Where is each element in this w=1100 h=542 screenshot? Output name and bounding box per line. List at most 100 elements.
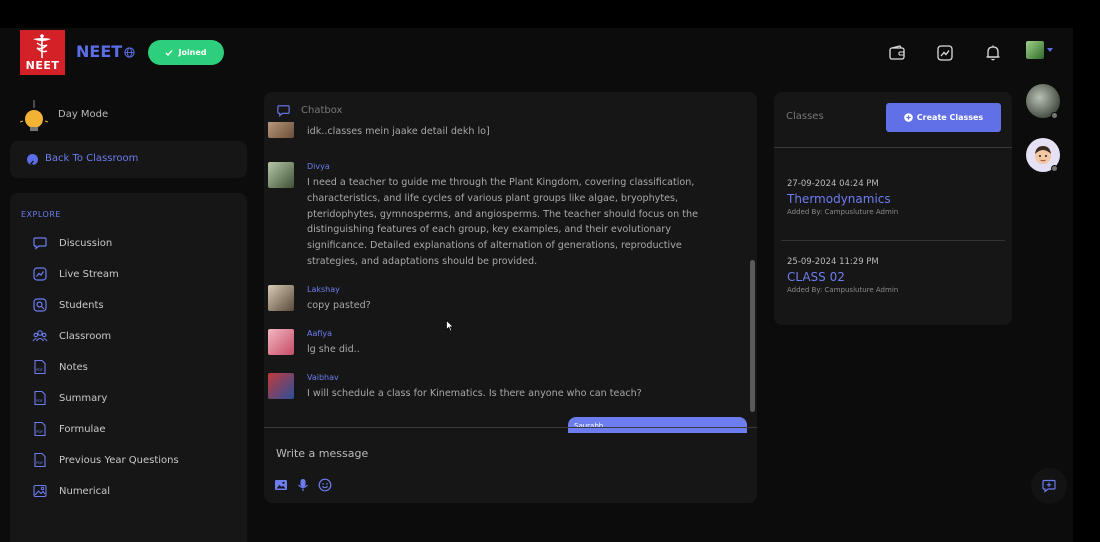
status-dot: [1051, 165, 1058, 172]
class-separator: [781, 240, 1005, 241]
message-input[interactable]: [276, 442, 736, 464]
chat-bubble-icon: [33, 237, 47, 250]
emoji-icon[interactable]: [318, 478, 332, 492]
sidebar-item-label: Students: [59, 299, 104, 311]
pdf-file-icon: PDF: [34, 452, 46, 468]
status-dot: [1051, 112, 1058, 119]
neet-logo[interactable]: NEET: [20, 30, 65, 75]
message-text: I will schedule a class for Kinematics. …: [307, 388, 642, 399]
classes-panel: Classes Create Classes 27-09-2024 04:24 …: [774, 92, 1012, 325]
sidebar-item-discussion[interactable]: Discussion: [32, 233, 112, 253]
joined-label: Joined: [178, 48, 207, 57]
wallet-icon[interactable]: [888, 44, 906, 62]
caduceus-icon: [33, 34, 51, 58]
sidebar-item-notes[interactable]: PDF Notes: [32, 357, 88, 377]
add-chat-icon: [1042, 479, 1056, 493]
day-mode-label[interactable]: Day Mode: [58, 109, 108, 120]
sidebar-item-formulae[interactable]: PDF Formulae: [32, 419, 106, 439]
chatbox-panel: Chatbox idk..classes mein jaake detail d…: [264, 92, 757, 503]
chat-fab-button[interactable]: [1031, 468, 1067, 504]
explore-title: EXPLORE: [21, 210, 61, 219]
pdf-file-icon: PDF: [34, 390, 46, 406]
create-classes-label: Create Classes: [916, 113, 984, 122]
svg-text:PDF: PDF: [36, 399, 43, 403]
notification-bell-icon[interactable]: [984, 44, 1002, 62]
back-to-classroom-button[interactable]: Back To Classroom: [10, 141, 247, 178]
sidebar-item-label: Live Stream: [59, 268, 119, 280]
group-icon: [32, 330, 48, 342]
avatar: [268, 329, 294, 355]
chatbox-header: Chatbox: [276, 103, 342, 118]
message-list[interactable]: idk..classes mein jaake detail dekh lo] …: [264, 122, 750, 427]
sender-name: Vaibhav: [307, 373, 339, 382]
image-upload-icon[interactable]: [274, 478, 288, 492]
message-text: I need a teacher to guide me through the…: [307, 177, 699, 267]
mouse-cursor-icon: [446, 320, 454, 332]
message-text: copy pasted?: [307, 300, 371, 311]
memoji-avatar-icon: [1035, 146, 1051, 164]
class-added-by: Added By: Campusluture Admin: [787, 286, 899, 294]
class-added-by: Added By: Campusluture Admin: [787, 208, 899, 216]
avatar: [268, 122, 294, 138]
explore-panel: EXPLORE Discussion Live Stream Students …: [10, 193, 247, 542]
avatar: [268, 373, 294, 399]
create-classes-button[interactable]: Create Classes: [886, 103, 1001, 132]
brand-title: NEET: [76, 42, 123, 61]
message-text: lg she did..: [307, 344, 360, 355]
sender-name: Aafiya: [307, 329, 333, 338]
classes-title: Classes: [786, 111, 824, 122]
student-search-icon: [33, 298, 47, 312]
microphone-icon[interactable]: [297, 478, 309, 492]
sidebar-item-label: Notes: [59, 361, 88, 373]
class-item[interactable]: 27-09-2024 04:24 PM Thermodynamics Added…: [787, 179, 898, 216]
lightbulb-icon[interactable]: [20, 100, 48, 134]
own-message-bubble: Saurabh: [568, 417, 747, 433]
class-datetime: 25-09-2024 11:29 PM: [787, 257, 879, 267]
svg-text:PDF: PDF: [36, 461, 43, 465]
pdf-file-icon: PDF: [34, 421, 46, 437]
sidebar-item-label: Numerical: [59, 485, 111, 497]
avatar: [268, 162, 294, 188]
svg-text:PDF: PDF: [36, 368, 43, 372]
chat-scrollbar[interactable]: [750, 260, 755, 412]
joined-badge[interactable]: Joined: [148, 40, 224, 65]
sidebar-item-label: Discussion: [59, 237, 113, 249]
sidebar-item-classroom[interactable]: Classroom: [32, 326, 111, 346]
class-datetime: 27-09-2024 04:24 PM: [787, 179, 879, 189]
chatbox-title: Chatbox: [301, 105, 343, 116]
check-icon: [166, 49, 173, 56]
sender-name: Lakshay: [307, 285, 340, 294]
analytics-icon[interactable]: [936, 44, 954, 62]
class-name[interactable]: Thermodynamics: [787, 192, 898, 206]
sidebar-item-label: Classroom: [59, 330, 112, 342]
classes-divider: [774, 147, 1012, 148]
class-name[interactable]: CLASS 02: [787, 270, 898, 284]
user-avatar[interactable]: [1026, 41, 1044, 59]
sidebar-item-label: Formulae: [59, 423, 106, 435]
chat-divider: [264, 427, 757, 428]
sidebar-item-live-stream[interactable]: Live Stream: [32, 264, 119, 284]
avatar: [268, 285, 294, 311]
class-item[interactable]: 25-09-2024 11:29 PM CLASS 02 Added By: C…: [787, 257, 898, 294]
chat-bubble-icon: [277, 105, 290, 117]
sidebar-item-previous-year-questions[interactable]: PDF Previous Year Questions: [32, 450, 179, 470]
chevron-down-icon[interactable]: [1047, 48, 1053, 52]
globe-icon: [124, 47, 135, 58]
sidebar-item-students[interactable]: Students: [32, 295, 104, 315]
plus-circle-icon: [903, 113, 913, 122]
sender-name: Saurabh: [574, 422, 604, 430]
trend-icon: [33, 267, 47, 281]
sidebar-item-numerical[interactable]: Numerical: [32, 481, 110, 501]
sidebar-item-summary[interactable]: PDF Summary: [32, 388, 107, 408]
svg-text:PDF: PDF: [36, 430, 43, 434]
sidebar-item-label: Previous Year Questions: [59, 454, 179, 466]
message-text: idk..classes mein jaake detail dekh lo]: [307, 126, 490, 137]
top-header: NEET NEET Joined: [0, 28, 1073, 76]
app-window: NEET NEET Joined Day Mode Back To Classr…: [0, 28, 1073, 542]
sidebar-item-label: Summary: [59, 392, 108, 404]
logo-text: NEET: [25, 59, 60, 72]
sender-name: Divya: [307, 162, 330, 171]
pdf-file-icon: PDF: [34, 359, 46, 375]
back-arrow-icon: [27, 154, 38, 167]
image-icon: [33, 484, 47, 498]
